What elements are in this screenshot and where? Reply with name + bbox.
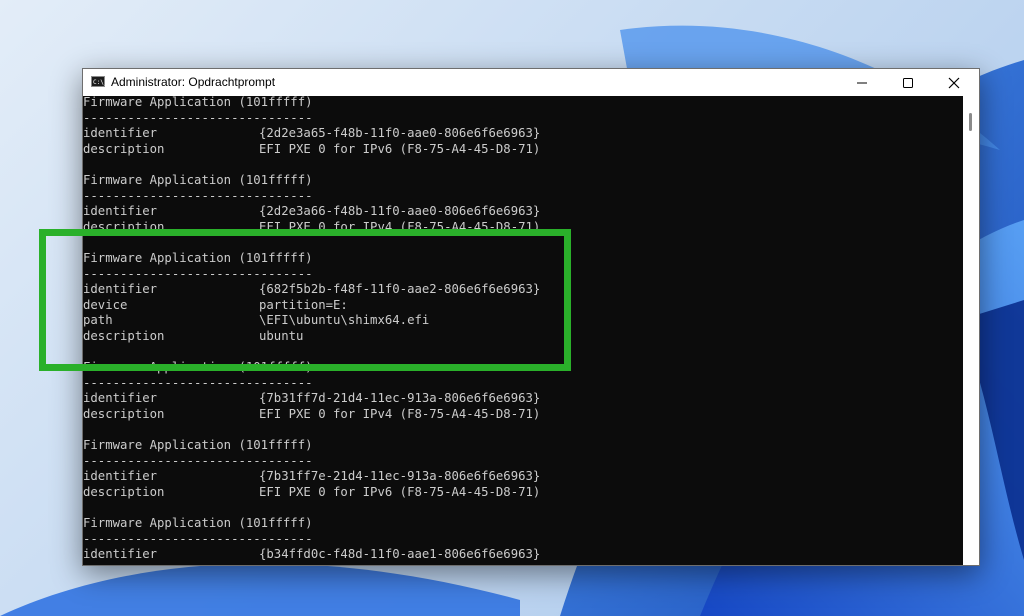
close-icon (948, 77, 960, 88)
entry-value: {2d2e3a66-f48b-11f0-aae0-806e6f6e6963} (259, 204, 541, 219)
console-line: ------------------------------- (83, 110, 313, 125)
entry-key: identifier (83, 469, 158, 484)
entry-key: identifier (83, 391, 158, 406)
entry-value: {b34ffd0c-f48d-11f0-aae1-806e6f6e6963} (259, 547, 541, 562)
minimize-button[interactable] (839, 69, 885, 96)
window-title: Administrator: Opdrachtprompt (111, 75, 276, 89)
entry-value: {2d2e3a65-f48b-11f0-aae0-806e6f6e6963} (259, 126, 541, 141)
console-line: Firmware Application (101fffff) (83, 96, 313, 109)
console-line: Firmware Application (101fffff) (83, 438, 313, 453)
entry-key: description (83, 485, 165, 499)
entry-value: EFI PXE 0 for IPv6 (F8-75-A4-45-D8-71) (259, 141, 541, 156)
minimize-icon (857, 82, 867, 83)
close-button[interactable] (931, 69, 977, 96)
maximize-icon (903, 77, 913, 88)
title-bar[interactable]: C:\_ Administrator: Opdrachtprompt (83, 69, 979, 96)
cmd-app-icon: C:\_ (91, 76, 107, 87)
scrollbar-thumb[interactable] (969, 113, 972, 131)
maximize-button[interactable] (885, 69, 931, 96)
console-line: Firmware Application (101fffff) (83, 173, 313, 187)
vertical-scrollbar[interactable] (963, 96, 979, 565)
entry-key: description (83, 141, 165, 156)
console-line: ------------------------------- (83, 531, 313, 546)
console-line: ------------------------------- (83, 188, 313, 203)
entry-value: EFI PXE 0 for IPv4 (F8-75-A4-45-D8-71) (259, 407, 541, 421)
entry-key: identifier (83, 547, 158, 562)
entry-key: description (83, 407, 165, 421)
console-line: ------------------------------- (83, 453, 313, 468)
entry-key: identifier (83, 126, 158, 141)
highlight-box (39, 229, 571, 371)
console-line: ------------------------------- (83, 375, 313, 390)
entry-value: {7b31ff7e-21d4-11ec-913a-806e6f6e6963} (259, 469, 541, 484)
entry-value: {7b31ff7d-21d4-11ec-913a-806e6f6e6963} (259, 391, 541, 406)
entry-key: identifier (83, 204, 158, 219)
entry-value: EFI PXE 0 for IPv6 (F8-75-A4-45-D8-71) (259, 485, 541, 499)
console-line: Firmware Application (101fffff) (83, 516, 313, 531)
